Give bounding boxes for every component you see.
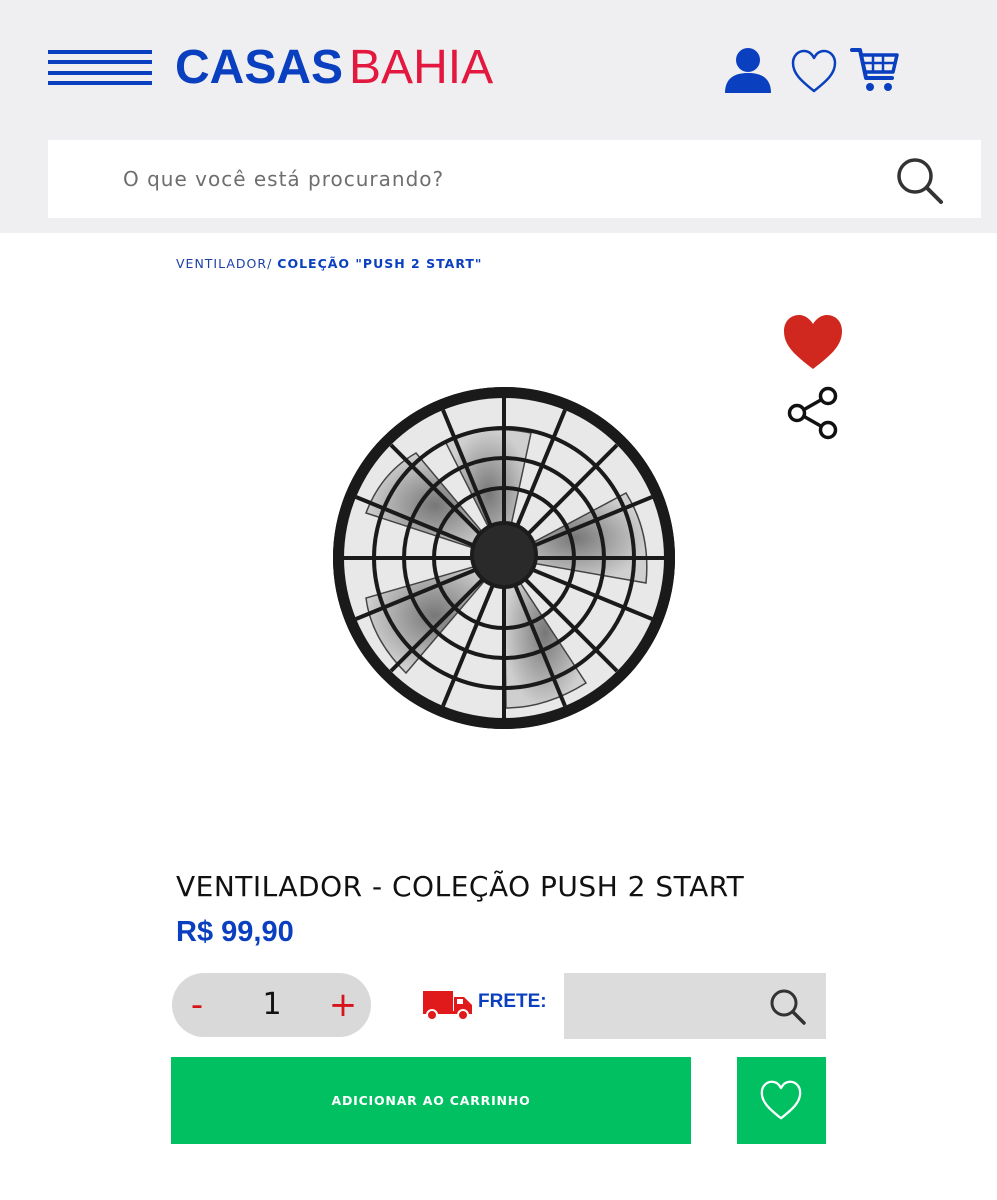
quantity-stepper: - 1 + — [172, 973, 371, 1037]
heart-outline-icon — [760, 1080, 802, 1120]
brand-logo-part2: BAHIA — [349, 41, 494, 94]
site-header: CASAS BAHIA — [0, 0, 997, 233]
search-input[interactable] — [123, 140, 883, 218]
heart-filled-icon — [784, 315, 842, 369]
account-button[interactable] — [724, 47, 772, 98]
menu-button[interactable] — [48, 50, 152, 86]
search-button[interactable] — [895, 156, 945, 206]
favorite-button[interactable] — [782, 312, 844, 372]
brand-logo[interactable]: CASAS BAHIA — [175, 38, 493, 98]
hamburger-menu-icon — [48, 50, 152, 85]
search-icon — [770, 989, 806, 1025]
product-price: R$ 99,90 — [176, 916, 294, 948]
search-bar — [48, 140, 981, 218]
shipping-search-button[interactable] — [768, 987, 808, 1027]
add-to-cart-button[interactable]: ADICIONAR AO CARRINHO — [171, 1057, 691, 1144]
quantity-value[interactable]: 1 — [242, 973, 302, 1037]
quantity-decrease-button[interactable]: - — [172, 973, 222, 1037]
shipping-calculator — [564, 973, 826, 1039]
breadcrumb-current: COLEÇÃO "PUSH 2 START" — [277, 256, 483, 271]
share-button[interactable] — [786, 386, 840, 440]
add-to-wishlist-button[interactable] — [737, 1057, 826, 1144]
product-image[interactable] — [326, 383, 682, 733]
share-icon — [787, 386, 838, 440]
quantity-increase-button[interactable]: + — [318, 973, 368, 1037]
cart-button[interactable] — [850, 46, 900, 99]
breadcrumb-link-ventilador[interactable]: VENTILADOR/ — [176, 256, 272, 271]
truck-icon — [423, 991, 472, 1021]
search-icon — [897, 158, 943, 204]
product-title: VENTILADOR - COLEÇÃO PUSH 2 START — [176, 870, 745, 903]
user-icon — [725, 48, 771, 93]
wishlist-button[interactable] — [790, 48, 838, 99]
fan-illustration — [333, 387, 675, 729]
breadcrumb: VENTILADOR/ COLEÇÃO "PUSH 2 START" — [176, 256, 482, 271]
brand-logo-part1: CASAS — [175, 41, 344, 94]
shipping-label: FRETE: — [478, 991, 547, 1012]
heart-outline-icon — [791, 49, 837, 93]
shipping-cep-input[interactable] — [576, 973, 766, 1039]
cart-icon — [850, 48, 899, 91]
